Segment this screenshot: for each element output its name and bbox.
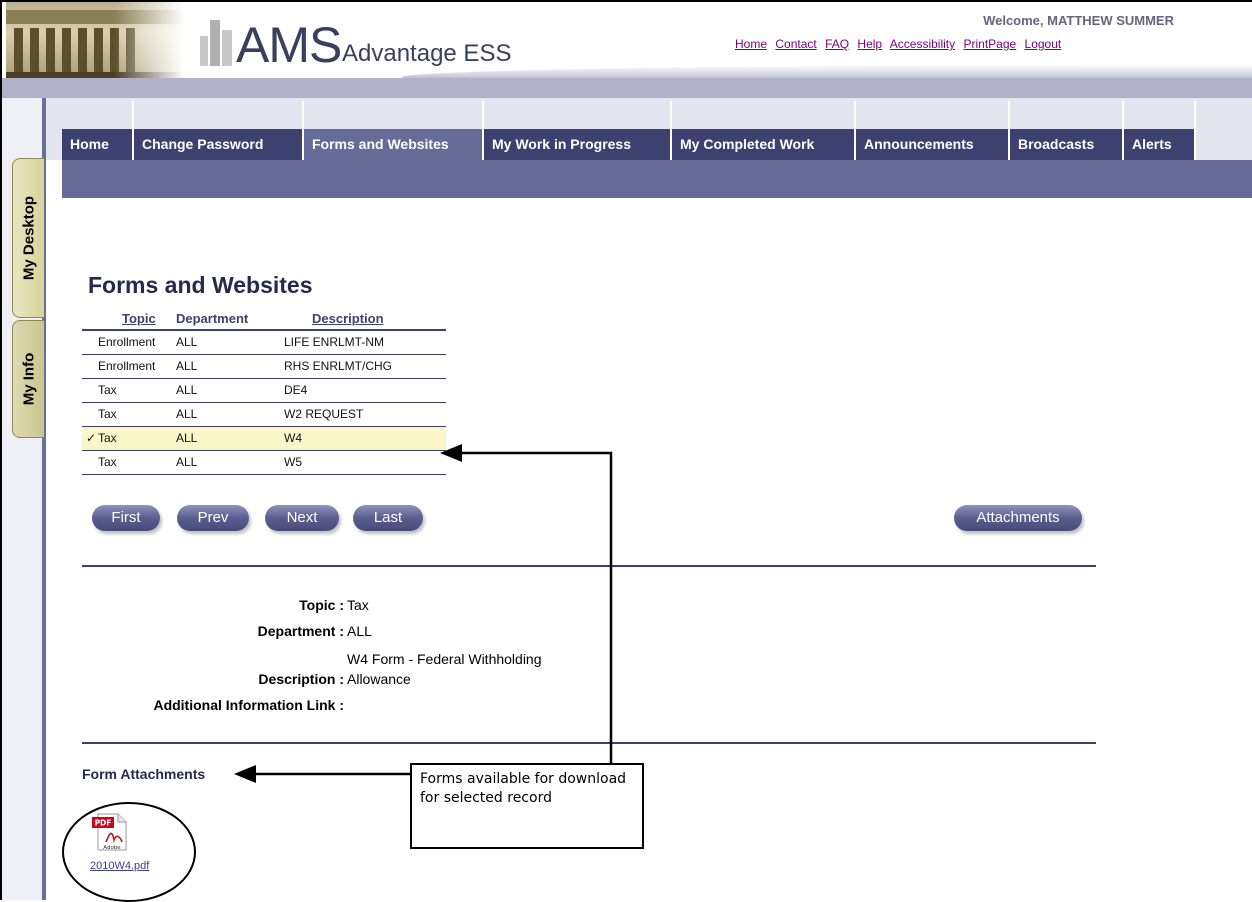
arrow-line-to-row — [460, 451, 613, 763]
annotation-arrows — [234, 444, 613, 783]
arrow-head-icon — [234, 765, 256, 783]
arrow-head-icon — [440, 444, 462, 462]
